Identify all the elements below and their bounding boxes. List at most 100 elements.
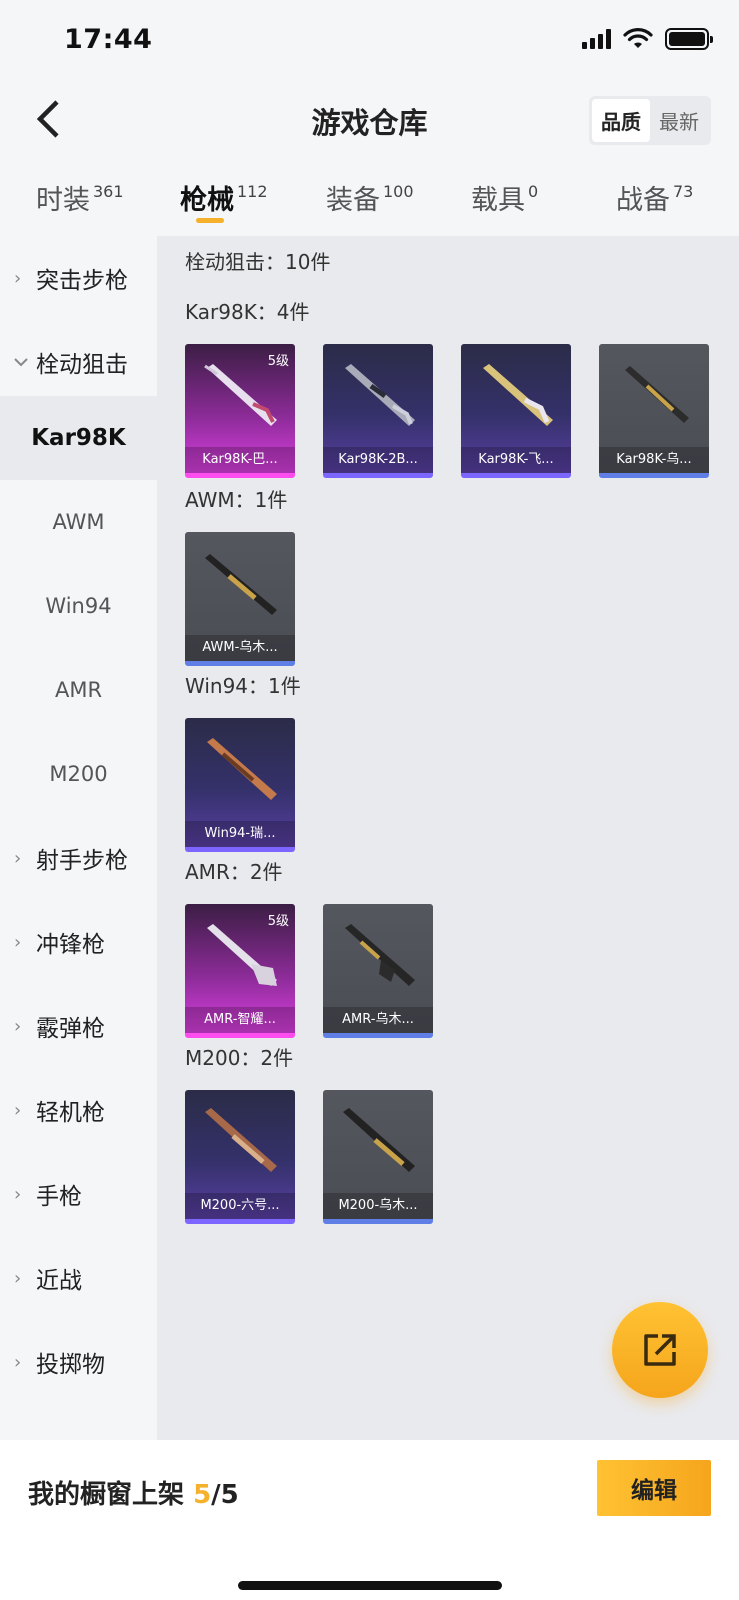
chevron-right-icon: › [14,1351,22,1373]
showcase-total-count: /5 [211,1480,239,1510]
status-time: 17:44 [64,24,153,55]
chevron-right-icon: › [14,1015,22,1037]
chevron-right-icon: › [14,1099,22,1121]
chevron-right-icon: › [14,1183,22,1205]
sidebar-subitem-m200[interactable]: M200 [0,732,157,816]
bottom-bar: 我的橱窗上架 5/5 编辑 [0,1440,739,1600]
chevron-right-icon: › [14,931,22,953]
chevron-right-icon: › [14,267,22,289]
rifle-icon [205,554,277,615]
weapon-card[interactable]: AWM-乌木... [185,532,295,666]
status-bar: 17:44 [0,0,739,80]
sort-option-newest[interactable]: 最新 [650,99,708,142]
navigation-bar: 游戏仓库 品质 最新 [0,80,739,160]
chevron-down-icon [14,358,28,367]
showcase-current-count: 5 [193,1480,212,1510]
weapon-card[interactable]: Kar98K-飞... [461,344,571,478]
showcase-label: 我的橱窗上架 [28,1480,185,1510]
tab-label: 时装 [36,185,90,216]
group-title-win94: Win94：1件 [185,674,301,698]
category-tabs: 时装 361 枪械 112 装备 100 载具 0 战备 73 [0,170,739,236]
sidebar-item-throwables[interactable]: › 投掷物 [0,1320,157,1404]
edit-button[interactable]: 编辑 [597,1460,711,1516]
weapon-category-sidebar: › 突击步枪 栓动狙击 Kar98K AWM Win94 AMR M200 › … [0,236,157,1440]
external-link-icon [644,1334,676,1366]
sidebar-subitem-label: AMR [54,678,103,702]
chevron-right-icon: › [14,1267,22,1289]
weapon-name: AMR-乌木... [323,1007,433,1033]
tab-count: 361 [93,182,124,201]
weapon-card[interactable]: M200-乌木... [323,1090,433,1224]
weapon-card[interactable]: Kar98K-2B... [323,344,433,478]
group-title-amr: AMR：2件 [185,860,283,884]
weapon-card[interactable]: Kar98K-乌... [599,344,709,478]
tab-fashion[interactable]: 时装 361 [36,178,124,217]
tab-label: 载具 [471,185,525,216]
weapon-card[interactable]: 5级 AMR-智耀... [185,904,295,1038]
tab-equipment[interactable]: 装备 100 [326,178,414,217]
tab-combat-supplies[interactable]: 战备 73 [616,178,693,217]
sidebar-item-label: 霰弹枪 [36,1016,105,1042]
sidebar-item-label: 冲锋枪 [36,932,105,958]
weapon-card[interactable]: 5级 Kar98K-巴... [185,344,295,478]
sidebar-item-label: 射手步枪 [36,848,128,874]
tab-count: 100 [383,182,414,201]
weapon-name: Kar98K-飞... [461,447,571,473]
signal-icon [582,29,611,49]
active-tab-indicator [196,218,224,223]
weapon-name: AMR-智耀... [185,1007,295,1033]
sidebar-item-label: 突击步枪 [36,268,128,294]
weapon-card[interactable]: Win94-瑞... [185,718,295,852]
sidebar-item-lmg[interactable]: › 轻机枪 [0,1068,157,1152]
weapon-name: Kar98K-巴... [185,447,295,473]
tab-label: 枪械 [180,185,234,216]
tab-firearms[interactable]: 枪械 112 [180,178,268,217]
sidebar-subitem-kar98k[interactable]: Kar98K [0,396,157,480]
category-summary: 栓动狙击：10件 [185,250,331,274]
sidebar-subitem-label: AWM [52,510,105,534]
rifle-icon [345,364,415,426]
sidebar-item-smg[interactable]: › 冲锋枪 [0,900,157,984]
level-badge: 5级 [267,914,289,929]
sidebar-item-shotguns[interactable]: › 霰弹枪 [0,984,157,1068]
group-title-m200: M200：2件 [185,1046,294,1070]
rifle-icon [625,366,689,423]
sidebar-item-label: 栓动狙击 [36,352,128,378]
battery-icon [665,28,713,50]
weapon-card[interactable]: M200-六号... [185,1090,295,1224]
sidebar-item-melee[interactable]: › 近战 [0,1236,157,1320]
weapon-name: AWM-乌木... [185,635,295,661]
weapon-card[interactable]: AMR-乌木... [323,904,433,1038]
weapon-name: Kar98K-2B... [323,447,433,473]
showcase-status: 我的橱窗上架 5/5 [28,1474,239,1511]
weapon-list: 栓动狙击：10件 Kar98K：4件 5级 Kar98K-巴... Kar98K… [157,236,739,1440]
weapon-name: Win94-瑞... [185,821,295,847]
sidebar-subitem-win94[interactable]: Win94 [0,564,157,648]
sort-option-quality[interactable]: 品质 [592,99,650,142]
sidebar-subitem-label: M200 [49,762,108,786]
sidebar-item-label: 投掷物 [36,1352,105,1378]
rifle-icon [483,364,553,426]
sidebar-item-label: 近战 [36,1268,82,1294]
sidebar-item-bolt-action-snipers[interactable]: 栓动狙击 [0,320,157,404]
sidebar-subitem-label: Kar98K [31,425,126,451]
status-icons [582,28,713,50]
tab-count: 112 [237,182,268,201]
sort-toggle: 品质 最新 [589,96,711,145]
sidebar-item-assault-rifles[interactable]: › 突击步枪 [0,236,157,320]
sidebar-item-label: 轻机枪 [36,1100,105,1126]
sidebar-item-pistols[interactable]: › 手枪 [0,1152,157,1236]
tab-vehicles[interactable]: 载具 0 [471,178,538,217]
weapon-name: M200-六号... [185,1193,295,1219]
group-title-awm: AWM：1件 [185,488,288,512]
tab-count: 0 [528,182,539,201]
sidebar-subitem-awm[interactable]: AWM [0,480,157,564]
sidebar-item-marksman-rifles[interactable]: › 射手步枪 [0,816,157,900]
rifle-icon [343,1108,415,1172]
group-title-kar98k: Kar98K：4件 [185,300,310,324]
share-button[interactable] [612,1302,708,1398]
wifi-icon [623,28,653,48]
rifle-icon [207,738,277,800]
chevron-right-icon: › [14,847,22,869]
sidebar-subitem-amr[interactable]: AMR [0,648,157,732]
